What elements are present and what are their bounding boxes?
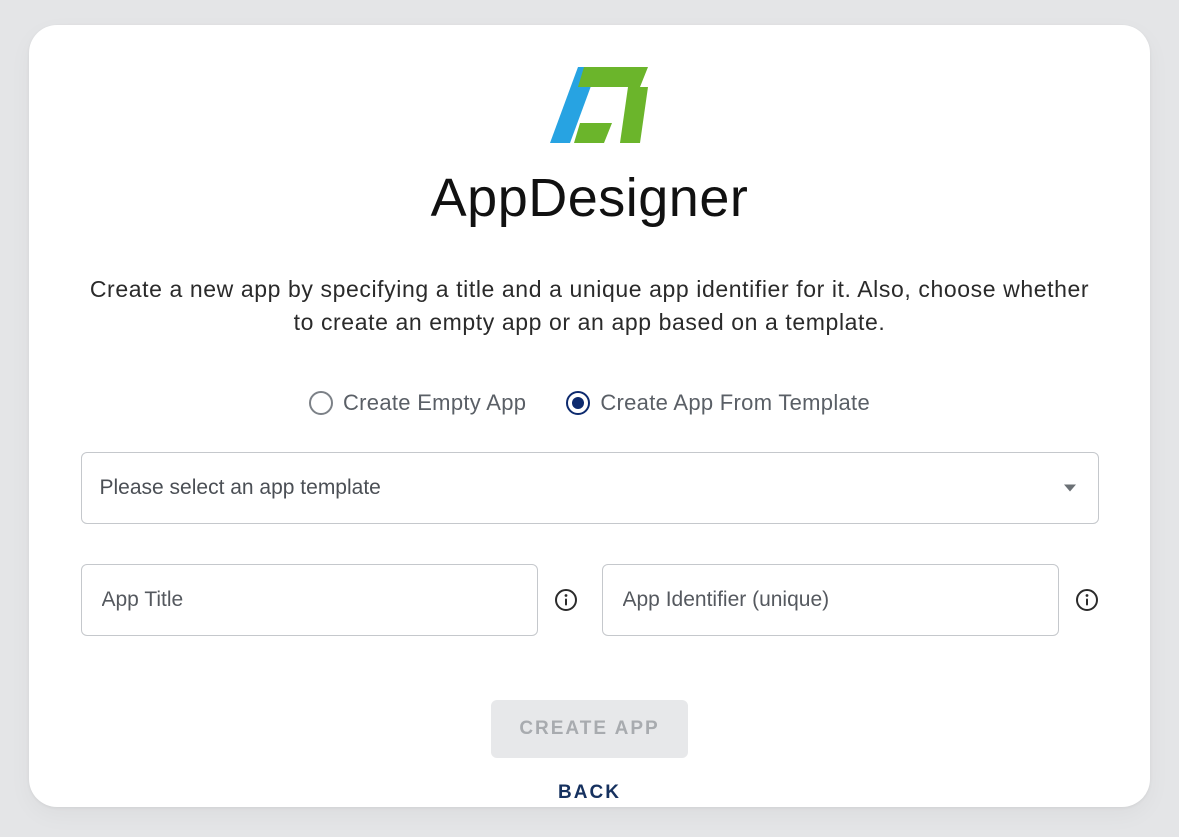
radio-icon bbox=[309, 391, 333, 415]
app-identifier-input[interactable] bbox=[621, 587, 1040, 613]
radio-icon bbox=[566, 391, 590, 415]
brand-block: AppDesigner bbox=[431, 55, 749, 225]
radio-label: Create Empty App bbox=[343, 390, 526, 416]
creation-mode-radio-group: Create Empty App Create App From Templat… bbox=[89, 390, 1090, 416]
app-fields-row bbox=[81, 564, 1099, 636]
brand-logo-icon bbox=[520, 55, 660, 165]
app-title-field[interactable] bbox=[81, 564, 538, 636]
back-button[interactable]: BACK bbox=[558, 782, 621, 804]
info-icon[interactable] bbox=[1075, 588, 1099, 612]
radio-create-empty[interactable]: Create Empty App bbox=[309, 390, 526, 416]
app-title-input[interactable] bbox=[100, 587, 519, 613]
brand-name: AppDesigner bbox=[431, 168, 749, 228]
app-identifier-field[interactable] bbox=[602, 564, 1059, 636]
create-app-button[interactable]: CREATE APP bbox=[491, 700, 687, 758]
actions-block: CREATE APP BACK bbox=[491, 700, 687, 804]
radio-label: Create App From Template bbox=[600, 390, 870, 416]
template-select-row: Please select an app template bbox=[81, 452, 1099, 524]
caret-down-icon bbox=[1064, 484, 1076, 491]
create-app-card: AppDesigner Create a new app by specifyi… bbox=[29, 25, 1150, 807]
intro-text: Create a new app by specifying a title a… bbox=[89, 273, 1090, 340]
template-select[interactable]: Please select an app template bbox=[81, 452, 1099, 524]
app-identifier-field-group bbox=[602, 564, 1099, 636]
brand-wordmark: AppDesigner bbox=[431, 171, 749, 225]
template-select-placeholder: Please select an app template bbox=[100, 476, 381, 500]
app-title-field-group bbox=[81, 564, 578, 636]
info-icon[interactable] bbox=[554, 588, 578, 612]
radio-create-from-template[interactable]: Create App From Template bbox=[566, 390, 870, 416]
